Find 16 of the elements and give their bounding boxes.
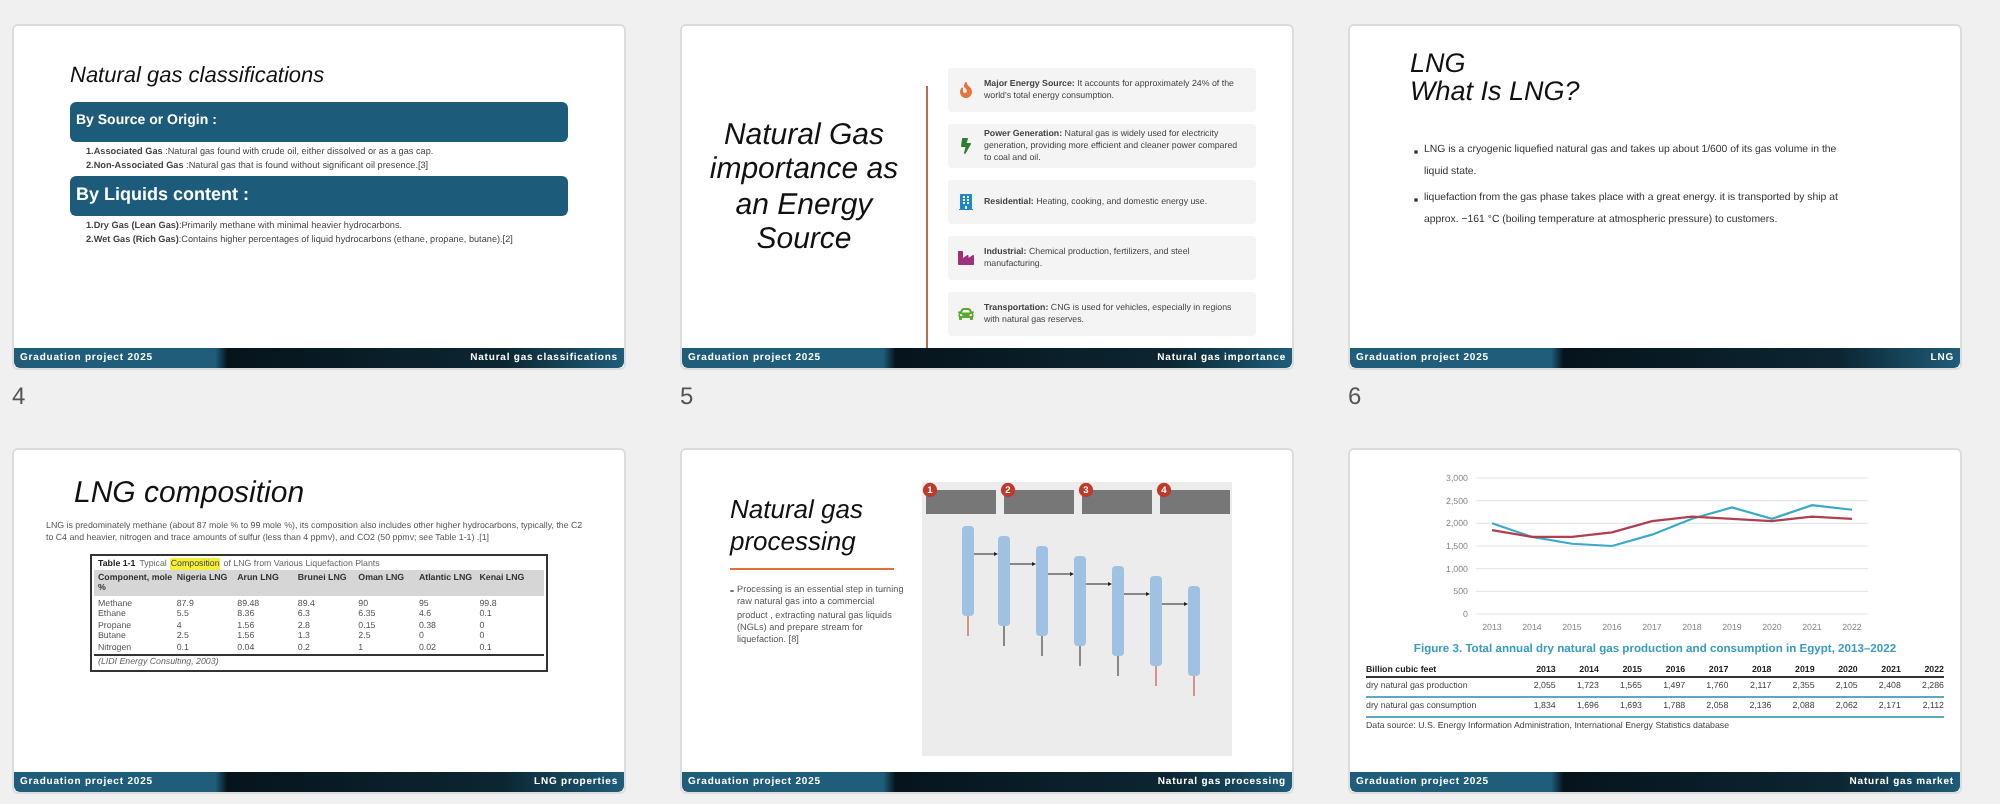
slide-number: 5 xyxy=(680,384,694,408)
slide-title: LNG xyxy=(1410,50,1468,79)
slide-title: Natural gas classifications xyxy=(70,66,327,88)
slide-number: 6 xyxy=(1348,384,1362,408)
slide-title: Natural Gas importance as an Energy Source xyxy=(707,118,901,256)
slide-thumbnail[interactable] xyxy=(1348,24,1962,370)
slide-thumbnail[interactable] xyxy=(680,448,1294,794)
slide-number: 4 xyxy=(12,384,26,408)
slide-title: What Is LNG? xyxy=(1410,78,1582,107)
slide-thumbnail[interactable] xyxy=(12,24,626,370)
slide-thumbnail[interactable] xyxy=(12,448,626,794)
slide-title: Natural gas processing xyxy=(730,494,865,557)
slide-title: LNG composition xyxy=(72,478,307,508)
section-heading: By Liquids content : xyxy=(70,175,568,216)
slide-thumbnail[interactable] xyxy=(680,24,1294,370)
slide-thumbnail[interactable] xyxy=(1348,448,1962,794)
